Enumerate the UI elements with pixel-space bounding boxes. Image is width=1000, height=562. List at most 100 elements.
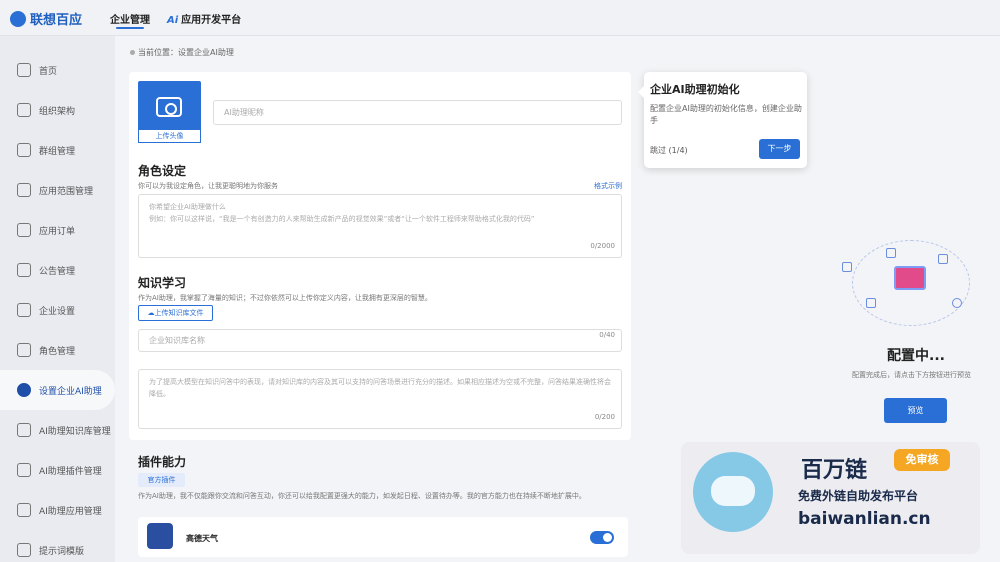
role-textarea[interactable]: 你希望企业AI助理做什么 例如：你可以这样说，“我是一个有创造力的人来帮助生成新… [138,194,622,258]
configuring-illustration [836,226,976,336]
plugin-section-title: 插件能力 [138,455,187,469]
cloud-upload-icon: ☁ [147,309,155,317]
sidebar-item-ai-plugins[interactable]: AI助理插件管理 [0,450,115,490]
ai-badge-icon: Ai [167,15,179,26]
bell-icon [17,263,31,277]
kb-name-counter: 0/40 [599,331,615,339]
sidebar-item-ai-assistant-setup[interactable]: 设置企业AI助理 [0,370,115,410]
top-bar: 联想百应 企业管理 Ai 应用开发平台 [0,0,1000,36]
sidebar-item-label: 企业设置 [39,306,76,317]
breadcrumb: 当前位置：设置企业AI助理 [130,47,234,58]
layers-icon [17,103,31,117]
next-step-button[interactable]: 下一步 [759,139,800,159]
sidebar-item-label: 群组管理 [39,146,76,157]
brand-name: 联想百应 [30,13,83,28]
camera-icon [156,97,182,117]
sidebar-item-label: 应用范围管理 [39,186,94,197]
scan-icon [866,298,876,308]
role-placeholder-line2: 例如：你可以这样说，“我是一个有创造力的人来帮助生成新产品的视觉效果”或者“让一… [149,215,535,223]
sidebar-item-enterprise-settings[interactable]: 企业设置 [0,290,115,330]
sidebar-item-org-structure[interactable]: 组织架构 [0,90,115,130]
format-example-link[interactable]: 格式示例 [594,181,622,191]
sidebar-item-label: 提示词模版 [39,546,85,557]
sidebar-item-label: 组织架构 [39,106,76,117]
breadcrumb-text: 当前位置：设置企业AI助理 [138,48,234,57]
nav-app-dev-platform-label: 应用开发平台 [181,15,242,26]
knowledge-base-name-input[interactable]: 企业知识库名称 0/40 [138,329,622,352]
watermark-title: 百万链 [801,458,868,483]
location-dot-icon [130,50,135,55]
nav-enterprise-management[interactable]: 企业管理 [110,11,150,29]
watermark-subtitle: 免费外链自助发布平台 [798,489,919,503]
knowledge-hint: 作为AI助理，我掌握了海量的知识；不过你依然可以上传你定义内容，让我拥有更深层的… [138,294,432,302]
configuring-description: 配置完成后，请点击下方按钮进行预览 [852,371,971,379]
sidebar-item-label: 角色管理 [39,346,76,357]
popover-title: 企业AI助理初始化 [650,83,740,96]
settings-doc-icon [17,303,31,317]
sidebar-item-label: 公告管理 [39,266,76,277]
plugin-hint: 作为AI助理，我不仅能跟你交流和问答互动，你还可以给我配置更强大的能力，如发起日… [138,492,586,500]
sidebar-item-label: 首页 [39,66,58,77]
sidebar-item-role-management[interactable]: 角色管理 [0,330,115,370]
watermark-overlay: 百万链 免审核 免费外链自助发布平台 baiwanlian.cn [681,442,980,554]
role-hint: 你可以为我设定角色，让我更聪明地为你服务 [138,182,278,190]
monitor-icon [894,266,926,290]
official-plugin-tag[interactable]: 官方插件 [138,473,185,487]
nav-app-dev-platform[interactable]: Ai 应用开发平台 [167,11,241,26]
sidebar-item-announcements[interactable]: 公告管理 [0,250,115,290]
library-icon [17,423,31,437]
home-icon [17,63,31,77]
sidebar-item-app-scope[interactable]: 应用范围管理 [0,170,115,210]
sidebar-item-label: AI助理应用管理 [39,506,102,517]
plugin-icon [17,463,31,477]
assistant-name-input[interactable]: AI助理昵称 [213,100,622,125]
ai-icon [952,298,962,308]
weather-icon [147,523,173,549]
chat-icon [938,254,948,264]
monitor-icon [17,183,31,197]
knowledge-section-title: 知识学习 [138,276,187,290]
upload-avatar-button[interactable]: 上传头像 [138,81,201,143]
sidebar-item-ai-knowledge-base[interactable]: AI助理知识库管理 [0,410,115,450]
kb-desc-placeholder: 为了提高大模型在知识问答中的表现，请对知识库的内容及其可以支持的问答场景进行充分… [149,378,611,398]
role-placeholder-line1: 你希望企业AI助理做什么 [149,203,226,211]
sidebar-item-home[interactable]: 首页 [0,50,115,90]
bulb-icon [842,262,852,272]
plugin-name: 高德天气 [186,534,218,543]
onboarding-popover: 企业AI助理初始化 配置企业AI助理的初始化信息，创建企业助手 跳过 (1/4)… [638,72,807,168]
sidebar-item-group-management[interactable]: 群组管理 [0,130,115,170]
ai-assistant-icon [17,383,31,397]
template-icon [17,543,31,557]
assistant-form-card: 上传头像 AI助理昵称 角色设定 你可以为我设定角色，让我更聪明地为你服务 格式… [129,72,631,440]
ai-app-icon [17,503,31,517]
plugin-item: 高德天气 [138,517,628,557]
preview-button[interactable]: 预览 [884,398,947,423]
group-icon [17,143,31,157]
plugin-toggle[interactable] [590,531,614,544]
sidebar-item-label: AI助理知识库管理 [39,426,111,437]
configuring-title: 配置中... [887,348,945,364]
upload-knowledge-file-button[interactable]: ☁上传知识库文件 [138,305,213,321]
kb-desc-counter: 0/200 [594,413,615,421]
sidebar-item-app-orders[interactable]: 应用订单 [0,210,115,250]
popover-description: 配置企业AI助理的初始化信息，创建企业助手 [650,104,802,125]
user-icon [17,343,31,357]
sidebar-item-label: AI助理插件管理 [39,466,102,477]
knowledge-description-textarea[interactable]: 为了提高大模型在知识问答中的表现，请对知识库的内容及其可以支持的问答场景进行充分… [138,369,622,429]
upload-knowledge-label: 上传知识库文件 [154,309,204,317]
sidebar-item-prompt-templates[interactable]: 提示词模版 [0,530,115,562]
sidebar-item-ai-apps[interactable]: AI助理应用管理 [0,490,115,530]
document-icon [17,223,31,237]
kb-name-placeholder: 企业知识库名称 [149,336,205,345]
sidebar: 首页 组织架构 群组管理 应用范围管理 应用订单 公告管理 企业设置 角色管理 … [0,36,115,562]
brand-logo[interactable]: 联想百应 [10,9,82,28]
sidebar-item-label: 设置企业AI助理 [39,386,102,397]
skip-tour-link[interactable]: 跳过 (1/4) [650,145,688,156]
watermark-url: baiwanlian.cn [798,509,931,529]
role-char-counter: 0/2000 [590,242,615,250]
role-section-title: 角色设定 [138,164,187,178]
upload-icon [886,248,896,258]
watermark-logo-icon [693,452,773,532]
watermark-badge: 免审核 [894,449,950,471]
sidebar-item-label: 应用订单 [39,226,76,237]
